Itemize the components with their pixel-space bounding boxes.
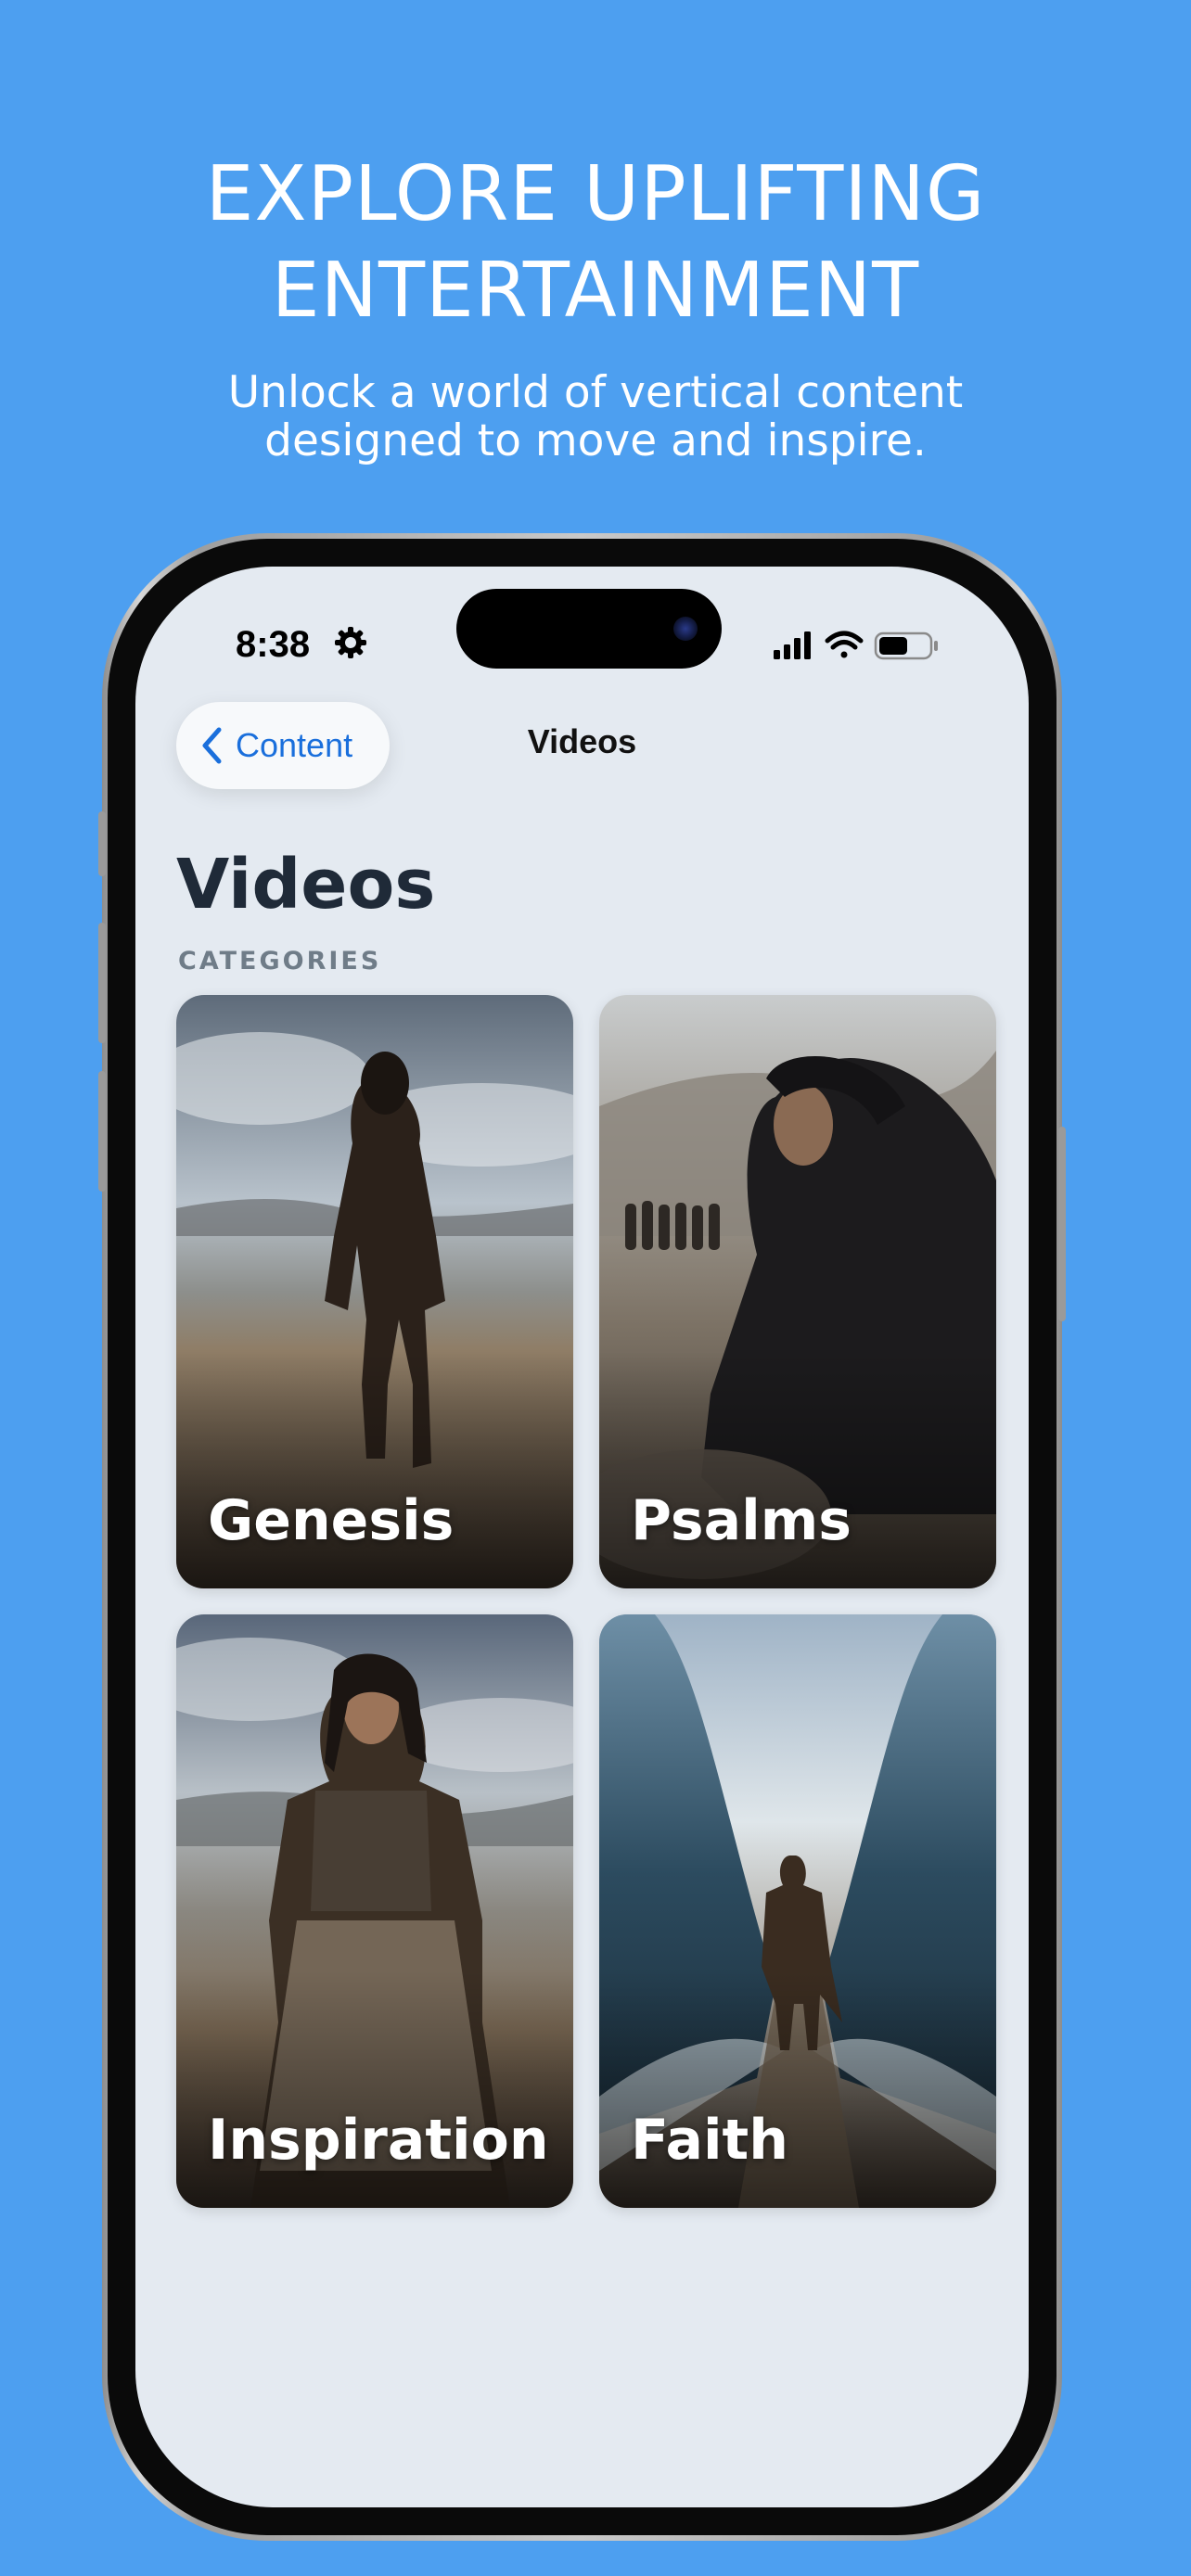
category-label: Inspiration [208,2108,549,2173]
back-button[interactable]: Content [176,702,390,789]
battery-icon [874,631,938,660]
category-tile-inspiration[interactable]: Inspiration [176,1614,573,2208]
wifi-icon [825,631,864,658]
category-tile-genesis[interactable]: Genesis [176,995,573,1588]
volume-up-button [98,923,106,1043]
subtitle-line-1: Unlock a world of vertical content [227,367,964,418]
headline-line-2: ENTERTAINMENT [271,247,920,335]
silent-switch [98,811,106,876]
status-time: 8:38 [236,624,311,665]
phone-screen: 8:38 Videos Content Videos CATEGORIES Ge… [135,567,1029,2507]
category-tile-psalms[interactable]: Psalms [599,995,996,1588]
camera-lens-icon [673,617,698,641]
power-button [1058,1127,1066,1321]
status-icons [774,631,938,660]
promo-headline: EXPLORE UPLIFTING ENTERTAINMENT [0,147,1191,339]
category-label: Faith [631,2108,788,2173]
section-label: CATEGORIES [178,947,382,976]
category-label: Genesis [208,1488,455,1553]
phone-frame: 8:38 Videos Content Videos CATEGORIES Ge… [98,533,1066,2541]
category-label: Psalms [631,1488,852,1553]
headline-line-1: EXPLORE UPLIFTING [205,150,986,238]
category-tile-faith[interactable]: Faith [599,1614,996,2208]
page-title: Videos [176,845,436,925]
signal-icon [774,631,811,659]
volume-down-button [98,1071,106,1192]
back-button-label: Content [236,726,353,764]
gear-icon [335,627,366,658]
subtitle-line-2: designed to move and inspire. [264,415,927,466]
dynamic-island [456,589,722,669]
chevron-left-icon [202,727,222,764]
promo-subtitle: Unlock a world of vertical content desig… [0,369,1191,465]
